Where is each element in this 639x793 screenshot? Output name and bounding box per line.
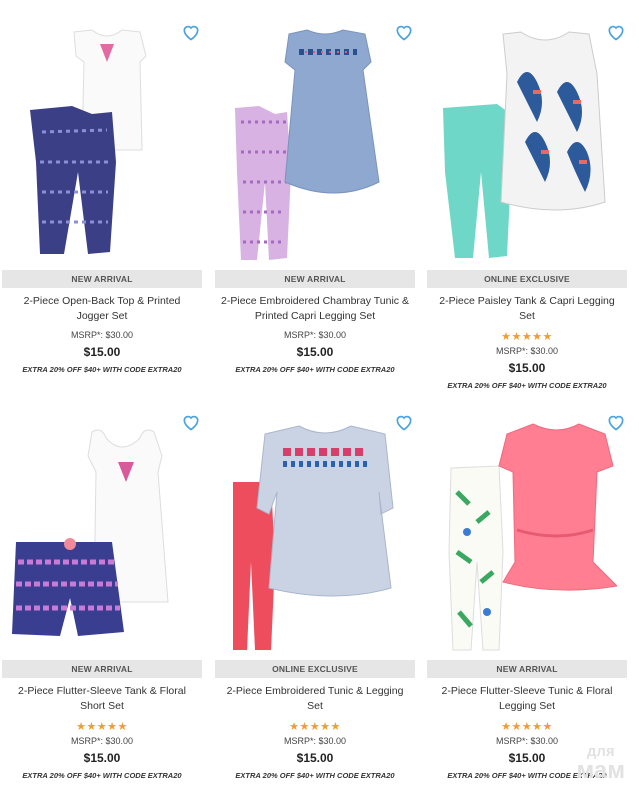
status-badge: NEW ARRIVAL: [2, 270, 202, 288]
product-card[interactable]: NEW ARRIVAL 2-Piece Embroidered Chambray…: [215, 0, 415, 390]
product-image[interactable]: [225, 22, 405, 262]
sale-price: $15.00: [83, 751, 121, 765]
site-watermark: для мам: [576, 744, 625, 783]
status-badge: NEW ARRIVAL: [215, 270, 415, 288]
watermark-line-2: мам: [576, 757, 625, 784]
status-badge: ONLINE EXCLUSIVE: [215, 660, 415, 678]
sale-price: $15.00: [296, 345, 334, 359]
product-title[interactable]: 2-Piece Paisley Tank & Capri Legging Set: [433, 294, 621, 324]
product-card[interactable]: NEW ARRIVAL 2-Piece Flutter-Sleeve Tunic…: [427, 390, 627, 790]
sale-price: $15.00: [296, 751, 334, 765]
promo-text: EXTRA 20% OFF $40+ WITH CODE EXTRA20: [235, 365, 395, 374]
sale-price: $15.00: [83, 345, 121, 359]
msrp-price: MSRP*: $30.00: [70, 736, 134, 746]
status-badge: NEW ARRIVAL: [427, 660, 627, 678]
product-image[interactable]: [437, 412, 619, 652]
rating-stars[interactable]: ★★★★★: [2, 720, 202, 733]
product-card[interactable]: ONLINE EXCLUSIVE 2-Piece Paisley Tank & …: [427, 0, 627, 390]
product-card[interactable]: NEW ARRIVAL 2-Piece Flutter-Sleeve Tank …: [2, 390, 202, 790]
sale-price: $15.00: [508, 361, 546, 375]
product-card[interactable]: ONLINE EXCLUSIVE 2-Piece Embroidered Tun…: [215, 390, 415, 790]
product-card[interactable]: NEW ARRIVAL 2-Piece Open-Back Top & Prin…: [2, 0, 202, 390]
product-image[interactable]: [12, 22, 192, 262]
product-image[interactable]: [225, 412, 405, 652]
product-title[interactable]: 2-Piece Flutter-Sleeve Tank & Floral Sho…: [8, 684, 196, 714]
promo-text: EXTRA 20% OFF $40+ WITH CODE EXTRA20: [22, 365, 182, 374]
promo-text: EXTRA 20% OFF $40+ WITH CODE EXTRA20: [235, 771, 395, 780]
product-title[interactable]: 2-Piece Open-Back Top & Printed Jogger S…: [8, 294, 196, 324]
product-title[interactable]: 2-Piece Embroidered Chambray Tunic & Pri…: [221, 294, 409, 324]
msrp-price: MSRP*: $30.00: [283, 736, 347, 746]
product-title[interactable]: 2-Piece Embroidered Tunic & Legging Set: [221, 684, 409, 714]
promo-text: EXTRA 20% OFF $40+ WITH CODE EXTRA20: [447, 381, 607, 390]
status-badge: ONLINE EXCLUSIVE: [427, 270, 627, 288]
msrp-price: MSRP*: $30.00: [283, 330, 347, 340]
product-title[interactable]: 2-Piece Flutter-Sleeve Tunic & Floral Le…: [433, 684, 621, 714]
msrp-price: MSRP*: $30.00: [495, 346, 559, 356]
status-badge: NEW ARRIVAL: [2, 660, 202, 678]
product-grid: NEW ARRIVAL 2-Piece Open-Back Top & Prin…: [0, 0, 639, 793]
promo-text: EXTRA 20% OFF $40+ WITH CODE EXTRA20: [22, 771, 182, 780]
product-image[interactable]: [12, 412, 192, 652]
rating-stars[interactable]: ★★★★★: [427, 720, 627, 733]
product-image[interactable]: [437, 22, 617, 262]
rating-stars[interactable]: ★★★★★: [427, 330, 627, 343]
msrp-price: MSRP*: $30.00: [70, 330, 134, 340]
rating-stars[interactable]: ★★★★★: [215, 720, 415, 733]
